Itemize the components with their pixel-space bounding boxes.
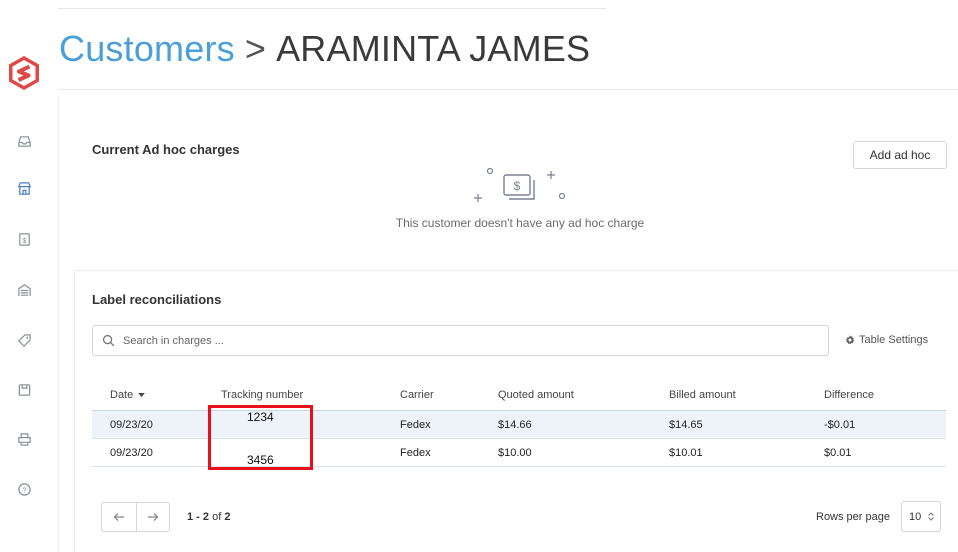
warehouse-icon[interactable] bbox=[14, 280, 34, 300]
rows-per-page-label: Rows per page bbox=[816, 511, 890, 523]
page-total: 2 bbox=[224, 511, 231, 523]
customer-name: ARAMINTA JAMES bbox=[276, 28, 591, 69]
cell-carrier: Fedex bbox=[400, 447, 431, 459]
arrow-left-icon bbox=[113, 513, 124, 521]
header-top-line bbox=[58, 8, 606, 9]
cell-quoted: $14.66 bbox=[498, 419, 532, 431]
table-settings-button[interactable]: Table Settings bbox=[845, 334, 928, 346]
dollar-icon[interactable]: $ bbox=[14, 229, 34, 249]
svg-text:?: ? bbox=[22, 485, 26, 494]
empty-adhoc-message: This customer doesn't have any ad hoc ch… bbox=[395, 216, 645, 230]
shipping-logo[interactable] bbox=[8, 55, 40, 91]
svg-text:$: $ bbox=[22, 235, 27, 244]
svg-text:$: $ bbox=[514, 179, 521, 193]
adhoc-section-title: Current Ad hoc charges bbox=[92, 142, 240, 157]
column-header-difference[interactable]: Difference bbox=[824, 389, 874, 401]
box-icon[interactable] bbox=[14, 379, 34, 399]
column-header-billed[interactable]: Billed amount bbox=[669, 389, 736, 401]
header-divider bbox=[58, 89, 958, 90]
gear-icon bbox=[845, 335, 855, 345]
column-header-quoted[interactable]: Quoted amount bbox=[498, 389, 574, 401]
search-icon bbox=[102, 334, 115, 347]
annotation-tracking-2: 3456 bbox=[247, 453, 274, 467]
page-title: Customers > ARAMINTA JAMES bbox=[59, 28, 590, 70]
page-range: 1 - 2 bbox=[187, 511, 210, 523]
next-page-button[interactable] bbox=[135, 503, 170, 531]
search-box bbox=[92, 325, 829, 356]
rows-per-page-value: 10 bbox=[909, 510, 922, 523]
empty-charges-icon: $ bbox=[474, 167, 566, 202]
breadcrumb-customers[interactable]: Customers bbox=[59, 28, 235, 69]
select-updown-icon bbox=[928, 512, 934, 521]
sort-down-icon bbox=[138, 393, 146, 398]
previous-page-button[interactable] bbox=[102, 503, 136, 531]
column-header-carrier[interactable]: Carrier bbox=[400, 389, 434, 401]
cell-date: 09/23/20 bbox=[110, 419, 153, 431]
search-input[interactable] bbox=[123, 334, 803, 347]
sidebar: $ ? bbox=[0, 0, 48, 552]
cell-billed: $10.01 bbox=[669, 447, 703, 459]
cell-difference: $0.01 bbox=[824, 447, 852, 459]
help-icon[interactable]: ? bbox=[14, 479, 34, 499]
tag-icon[interactable] bbox=[14, 330, 34, 350]
inbox-icon[interactable] bbox=[14, 131, 34, 151]
cell-difference: -$0.01 bbox=[824, 419, 856, 431]
printer-icon[interactable] bbox=[14, 429, 34, 449]
annotation-tracking-1: 1234 bbox=[247, 410, 274, 424]
rows-per-page-select[interactable]: 10 bbox=[901, 501, 941, 532]
arrow-right-icon bbox=[147, 513, 159, 521]
page-of-label: of bbox=[212, 511, 222, 523]
column-header-date-label: Date bbox=[110, 389, 134, 401]
page-range-info: 1 - 2 of 2 bbox=[187, 511, 230, 523]
reconciliation-title: Label reconciliations bbox=[92, 292, 222, 307]
pagination-buttons bbox=[101, 502, 170, 532]
cell-carrier: Fedex bbox=[400, 419, 431, 431]
cell-billed: $14.65 bbox=[669, 419, 703, 431]
column-header-tracking[interactable]: Tracking number bbox=[221, 389, 303, 401]
cell-date: 09/23/20 bbox=[110, 447, 153, 459]
cell-quoted: $10.00 bbox=[498, 447, 532, 459]
column-header-date[interactable]: Date bbox=[110, 389, 146, 401]
content-divider bbox=[58, 96, 59, 552]
add-adhoc-button[interactable]: Add ad hoc bbox=[853, 141, 947, 169]
breadcrumb-separator: > bbox=[244, 28, 267, 69]
store-icon[interactable] bbox=[14, 178, 34, 198]
table-settings-label: Table Settings bbox=[859, 334, 929, 346]
